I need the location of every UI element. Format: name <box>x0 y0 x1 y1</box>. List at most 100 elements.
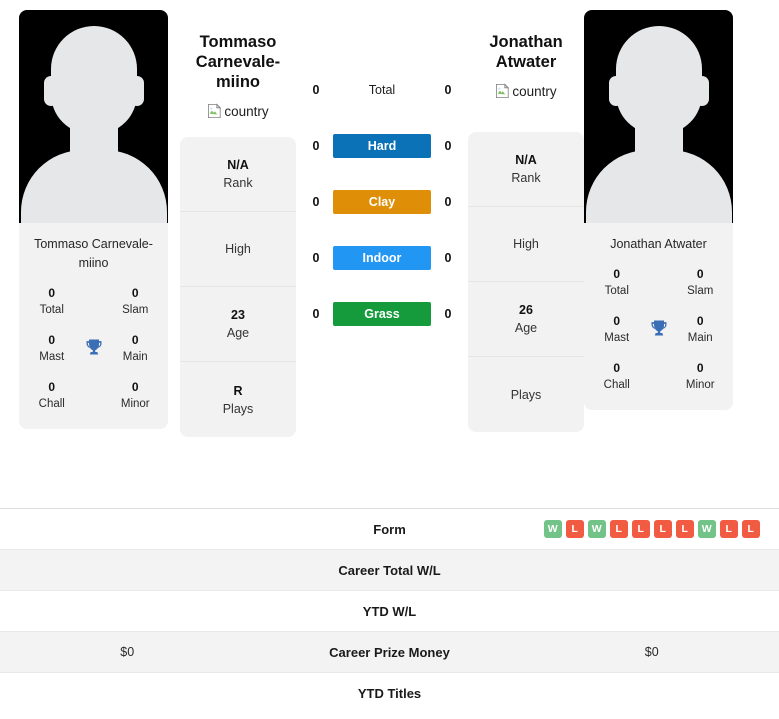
surface-hard-badge[interactable]: Hard <box>333 134 431 158</box>
player-photo-caption-left: Tommaso Carnevale-miino <box>34 237 153 270</box>
stat-slam-left: 0 Slam <box>109 285 163 319</box>
form-badge-loss[interactable]: L <box>675 520 694 538</box>
stat-row-ytd-w-l: YTD W/L <box>0 591 779 632</box>
stat-slam-label-left: Slam <box>122 303 149 316</box>
avatar-silhouette-body <box>585 150 732 223</box>
stat-mast-right: 0 Mast <box>590 313 644 347</box>
attribute-plays-label-left: Plays <box>222 401 254 416</box>
country-alt-text-left: country <box>224 103 269 119</box>
stat-left-value: $0 <box>120 645 135 659</box>
country-flag-left: country <box>207 103 269 119</box>
stat-chall-right: 0 Chall <box>590 360 644 394</box>
stat-chall-value-right: 0 <box>613 360 621 375</box>
stat-row-label: Form <box>373 521 406 537</box>
surface-row-hard: 0 Hard 0 <box>308 118 456 174</box>
stat-row-label: YTD W/L <box>362 603 417 619</box>
surface-grass-badge[interactable]: Grass <box>333 302 431 326</box>
stat-main-value-left: 0 <box>131 332 139 347</box>
player-comparison-header: Tommaso Carnevale-miino 0 Total 0 Slam 0… <box>0 0 779 508</box>
stat-row-label: Career Prize Money <box>329 644 450 660</box>
player-attributes-right: N/A Rank High 26 Age Plays <box>468 132 584 433</box>
surface-grass-left-value: 0 <box>312 307 320 321</box>
stat-mast-value-left: 0 <box>48 332 56 347</box>
form-badge-loss[interactable]: L <box>653 520 672 538</box>
attribute-rank-label-left: Rank <box>223 176 253 191</box>
stat-slam-value-right: 0 <box>696 266 704 281</box>
player-name-line1-left: Tommaso <box>199 33 277 51</box>
player-photo-left <box>19 10 168 223</box>
stat-total-right: 0 Total <box>590 266 644 300</box>
trophy-stats-right: 0 Total 0 Slam 0 Mast 0 Main 0 Chall 0 M… <box>584 264 733 410</box>
surface-total-label: Total <box>368 83 396 97</box>
trophy-icon <box>644 318 674 342</box>
attribute-plays-value-left: R <box>233 383 243 398</box>
surface-indoor-badge[interactable]: Indoor <box>333 246 431 270</box>
broken-image-icon <box>495 83 511 99</box>
stat-mast-label-right: Mast <box>604 332 630 345</box>
attribute-plays-left: R Plays <box>180 362 296 437</box>
form-badges-right: WLWLLLLWLL <box>543 520 760 538</box>
stat-right-value: WLWLLLLWLL <box>525 520 779 538</box>
stat-chall-value-left: 0 <box>48 379 56 394</box>
surface-clay-left-value: 0 <box>312 195 320 209</box>
player-card-right[interactable]: Jonathan Atwater 0 Total 0 Slam 0 Mast 0… <box>584 10 733 410</box>
country-alt-text-right: country <box>512 83 557 99</box>
attribute-high-right: High <box>468 207 584 283</box>
player-name-right[interactable]: Jonathan Atwater <box>489 32 562 72</box>
stat-row-ytd-titles: YTD Titles <box>0 673 779 714</box>
form-badge-loss[interactable]: L <box>741 520 760 538</box>
stat-main-label-left: Main <box>122 350 148 363</box>
stat-main-label-right: Main <box>687 332 713 345</box>
stat-slam-value-left: 0 <box>131 285 139 300</box>
form-badge-loss[interactable]: L <box>719 520 738 538</box>
trophy-stats-left: 0 Total 0 Slam 0 Mast 0 Main 0 Chall 0 M… <box>19 283 168 429</box>
country-flag-right: country <box>495 83 557 99</box>
stat-minor-value-left: 0 <box>131 379 139 394</box>
stat-total-label-left: Total <box>39 303 64 316</box>
attribute-rank-right: N/A Rank <box>468 132 584 208</box>
stat-minor-right: 0 Minor <box>674 360 728 394</box>
stat-row-label: Career Total W/L <box>338 562 441 578</box>
surface-clay-right-value: 0 <box>444 195 452 209</box>
stat-mast-value-right: 0 <box>613 313 621 328</box>
surface-total-right-value: 0 <box>444 83 452 97</box>
stat-mast-label-left: Mast <box>39 350 65 363</box>
stat-total-value-right: 0 <box>613 266 621 281</box>
stat-slam-label-right: Slam <box>687 285 714 298</box>
form-badge-loss[interactable]: L <box>609 520 628 538</box>
surface-row-indoor: 0 Indoor 0 <box>308 230 456 286</box>
avatar-silhouette-ear-right <box>129 76 144 106</box>
player-photo-caption-right: Jonathan Atwater <box>610 237 707 251</box>
form-badge-win[interactable]: W <box>543 520 562 538</box>
avatar-silhouette-ear-left <box>608 76 623 106</box>
player-photo-right <box>584 10 733 223</box>
broken-image-icon <box>207 103 223 119</box>
surface-clay-badge[interactable]: Clay <box>333 190 431 214</box>
stat-main-right: 0 Main <box>674 313 728 347</box>
stat-minor-label-right: Minor <box>685 379 715 392</box>
player-info-column-right: Jonathan Atwater country N/A Rank High 2… <box>468 0 584 433</box>
form-badge-loss[interactable]: L <box>565 520 584 538</box>
trophy-icon <box>79 337 109 361</box>
surface-row-grass: 0 Grass 0 <box>308 286 456 342</box>
form-badge-loss[interactable]: L <box>631 520 650 538</box>
stat-row-label: YTD Titles <box>357 686 422 701</box>
player-card-left[interactable]: Tommaso Carnevale-miino 0 Total 0 Slam 0… <box>19 10 168 429</box>
attribute-age-right: 26 Age <box>468 282 584 358</box>
attribute-rank-label-right: Rank <box>511 171 541 186</box>
attribute-age-label-right: Age <box>514 321 538 336</box>
stat-main-value-right: 0 <box>696 313 704 328</box>
form-badge-win[interactable]: W <box>697 520 716 538</box>
player-name-left[interactable]: Tommaso Carnevale-miino <box>180 32 296 92</box>
stat-total-label-right: Total <box>604 285 629 298</box>
stat-mast-left: 0 Mast <box>25 332 79 366</box>
comparison-stat-rows: Form W L W L L L L W L L Career Total W/L YTD W/L $0 C… <box>0 508 779 714</box>
surface-grass-right-value: 0 <box>444 307 452 321</box>
stat-row-career-total-w-l: Career Total W/L <box>0 550 779 591</box>
avatar-silhouette-ear-left <box>43 76 58 106</box>
attribute-age-value-left: 23 <box>231 308 245 323</box>
surface-row-clay: 0 Clay 0 <box>308 174 456 230</box>
attribute-high-label-left: High <box>225 242 251 257</box>
surface-row-total: 0 Total 0 <box>308 62 456 118</box>
form-badge-win[interactable]: W <box>587 520 606 538</box>
